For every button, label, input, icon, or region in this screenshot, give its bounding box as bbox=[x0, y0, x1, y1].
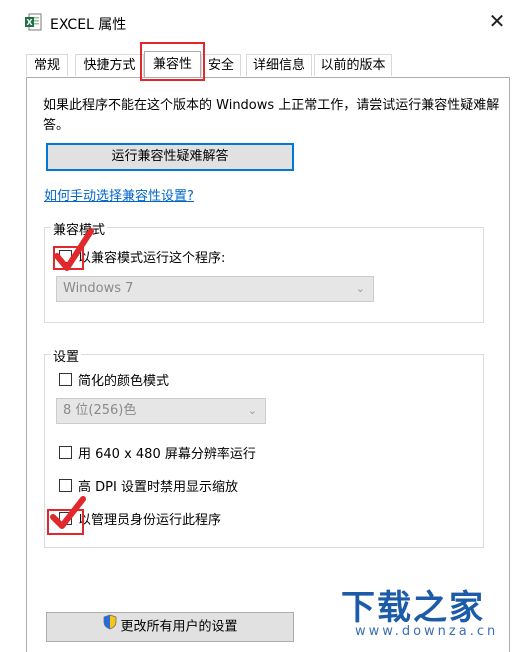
resolution-640-label: 用 640 x 480 屏幕分辨率运行 bbox=[78, 447, 256, 462]
annotation-box-tab bbox=[140, 42, 205, 81]
chevron-down-icon: ⌄ bbox=[355, 282, 365, 295]
compat-mode-label: 以兼容模式运行这个程序: bbox=[78, 251, 226, 266]
high-dpi-label: 高 DPI 设置时禁用显示缩放 bbox=[78, 480, 238, 495]
run-as-admin-label: 以管理员身份运行此程序 bbox=[78, 513, 222, 528]
tab-details[interactable]: 详细信息 bbox=[246, 54, 312, 76]
reduced-color-label: 简化的颜色模式 bbox=[78, 374, 170, 389]
red-checkmark-icon bbox=[54, 228, 94, 276]
color-depth-select[interactable]: 8 位(256)色 ⌄ bbox=[56, 398, 266, 424]
excel-file-icon: X bbox=[24, 13, 42, 31]
svg-text:X: X bbox=[26, 18, 33, 27]
uac-shield-icon bbox=[102, 613, 118, 641]
change-all-users-button[interactable]: 更改所有用户的设置 bbox=[46, 612, 294, 642]
tab-general[interactable]: 常规 bbox=[26, 54, 68, 76]
tab-shortcut[interactable]: 快捷方式 bbox=[75, 54, 144, 76]
color-depth-value: 8 位(256)色 bbox=[63, 403, 137, 418]
watermark-url: www.downza.cn bbox=[355, 624, 499, 639]
close-icon[interactable]: ✕ bbox=[486, 10, 508, 32]
tab-previous-versions[interactable]: 以前的版本 bbox=[314, 54, 392, 76]
compat-os-select[interactable]: Windows 7 ⌄ bbox=[56, 276, 374, 302]
tab-security[interactable]: 安全 bbox=[201, 54, 241, 76]
manual-settings-link[interactable]: 如何手动选择兼容性设置? bbox=[44, 185, 194, 204]
red-checkmark-icon bbox=[50, 496, 86, 534]
watermark-logo: 下载之家 bbox=[341, 588, 485, 628]
resolution-640-checkbox[interactable] bbox=[59, 446, 72, 459]
compat-os-value: Windows 7 bbox=[63, 281, 134, 296]
chevron-down-icon: ⌄ bbox=[247, 404, 257, 417]
settings-group-title: 设置 bbox=[51, 346, 82, 365]
intro-text: 如果此程序不能在这个版本的 Windows 上正常工作，请尝试运行兼容性疑难解答… bbox=[43, 98, 500, 133]
high-dpi-checkbox[interactable] bbox=[59, 479, 72, 492]
window-title: EXCEL 属性 bbox=[50, 17, 127, 33]
reduced-color-checkbox[interactable] bbox=[59, 373, 72, 386]
run-troubleshooter-button[interactable]: 运行兼容性疑难解答 bbox=[46, 143, 294, 171]
compat-mode-group bbox=[44, 227, 484, 323]
change-all-users-label: 更改所有用户的设置 bbox=[120, 619, 238, 635]
